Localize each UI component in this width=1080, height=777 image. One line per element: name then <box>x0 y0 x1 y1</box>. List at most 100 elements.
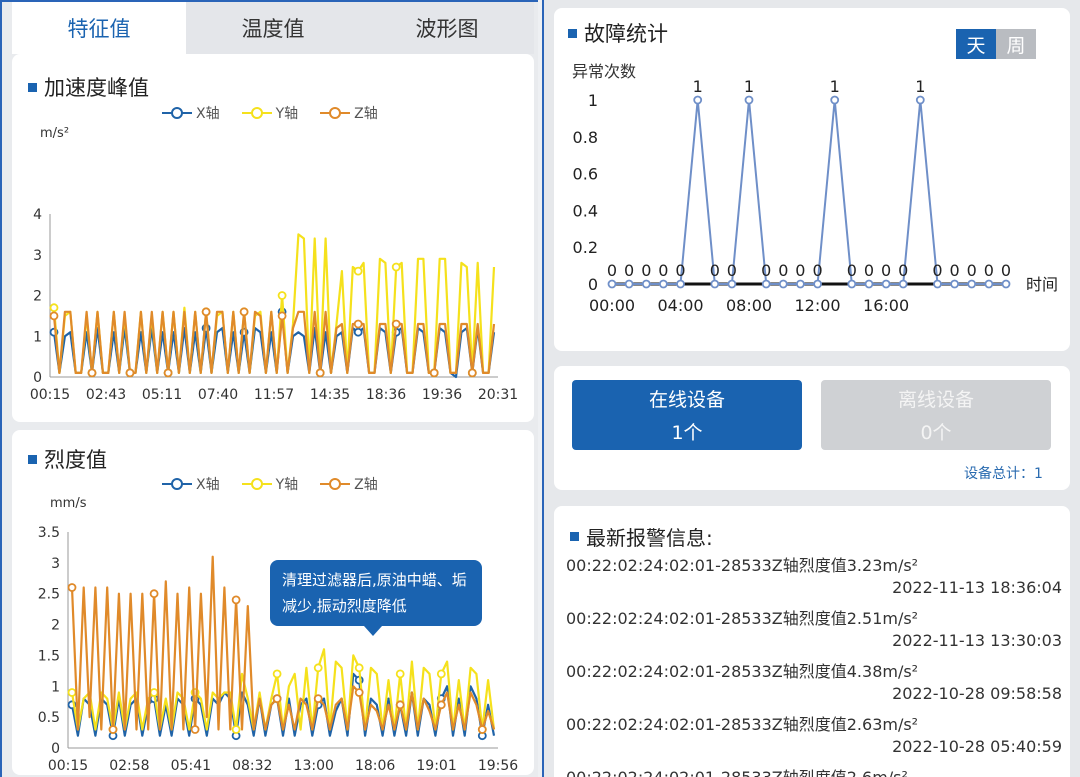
intensity-title-text: 烈度值 <box>44 448 107 472</box>
y-tick-label: 2.5 <box>38 587 60 603</box>
data-label: 0 <box>727 261 737 280</box>
data-point <box>624 279 634 289</box>
data-point <box>353 327 363 337</box>
data-point <box>429 368 439 378</box>
legend-line-icon <box>162 107 192 119</box>
accel-title-text: 加速度峰值 <box>44 76 149 100</box>
data-label: 1 <box>915 77 925 96</box>
alarm-item[interactable]: 00:22:02:24:02:01-28533Z轴烈度值2.63m/s² 202… <box>566 711 1062 756</box>
data-point <box>881 279 891 289</box>
y-tick-label: 0.6 <box>573 165 598 184</box>
data-label: 0 <box>813 261 823 280</box>
data-point <box>391 262 401 272</box>
legend-z-axis[interactable]: Z轴 <box>320 474 378 494</box>
data-point <box>313 694 323 704</box>
data-point <box>693 95 703 105</box>
data-label: 0 <box>641 261 651 280</box>
intensity-title: 烈度值 <box>28 444 107 474</box>
data-point <box>950 279 960 289</box>
data-point <box>354 663 364 673</box>
accel-chart: 0 1 2 3 4 00:15 02:43 05:11 07:40 11:57 14:35 18:36… <box>30 207 518 403</box>
data-point <box>277 291 287 300</box>
fault-title-text: 故障统计 <box>584 22 668 46</box>
accel-legend: X轴 Y轴 Z轴 <box>162 103 378 123</box>
data-label: 0 <box>932 261 942 280</box>
x-tick-label: 00:00 <box>589 296 635 315</box>
data-point <box>272 669 282 679</box>
data-point <box>239 307 249 317</box>
legend-line-icon <box>320 107 351 119</box>
legend-y-axis[interactable]: Y轴 <box>241 474 298 494</box>
data-label: 0 <box>984 261 994 280</box>
alarm-item[interactable]: 00:22:02:24:02:01-28533Z轴烈度值2.51m/s² 202… <box>566 605 1062 650</box>
devices-card: 在线设备 1个 离线设备 0个 设备总计：1 <box>554 366 1070 490</box>
legend-y-axis[interactable]: Y轴 <box>241 103 299 123</box>
data-point <box>813 279 823 289</box>
fault-chart: 0 0.2 0.4 0.6 0.8 1 00:00 04:00 08:00 12:00 16:00 时… <box>573 77 1058 315</box>
data-point <box>761 279 771 289</box>
data-label: 0 <box>607 261 617 280</box>
toggle-day-button[interactable]: 天 <box>956 29 996 59</box>
data-point <box>898 279 908 289</box>
legend-line-icon <box>320 478 351 490</box>
x-tick-label: 18:36 <box>366 387 406 403</box>
legend-z-axis[interactable]: Z轴 <box>320 103 378 123</box>
alarm-message: 00:22:02:24:02:01-28533Z轴烈度值2.6m/s² <box>566 764 1062 777</box>
data-label: 0 <box>624 261 634 280</box>
title-marker-icon <box>28 454 37 464</box>
data-point <box>727 279 737 289</box>
x-tick-label: 20:31 <box>478 387 518 403</box>
legend-line-icon <box>162 478 192 490</box>
tab-waveform[interactable]: 波形图 <box>360 2 534 54</box>
alarm-item[interactable]: 00:22:02:24:02:01-28533Z轴烈度值4.38m/s² 202… <box>566 658 1062 703</box>
data-label: 1 <box>744 77 754 96</box>
data-label: 1 <box>693 77 703 96</box>
online-devices-button[interactable]: 在线设备 1个 <box>572 380 802 450</box>
data-point <box>67 688 77 697</box>
online-devices-count: 1个 <box>671 422 703 444</box>
y-tick-label: 3.5 <box>38 525 60 541</box>
x-tick-label: 02:58 <box>109 758 149 774</box>
intensity-card: 烈度值 X轴 Y轴 Z轴 mm/s 0 0.5 1 1.5 2 2.5 3 3.5 00:15 0… <box>12 430 534 775</box>
legend-x-axis[interactable]: X轴 <box>162 103 220 123</box>
offline-devices-button[interactable]: 离线设备 0个 <box>821 380 1051 450</box>
y-tick-label: 4 <box>33 207 42 223</box>
toggle-week-button[interactable]: 周 <box>996 29 1036 59</box>
x-tick-label: 02:43 <box>86 387 126 403</box>
alarm-item[interactable]: 00:22:02:24:02:01-28533Z轴烈度值2.6m/s² <box>566 764 1062 777</box>
legend-line-icon <box>241 478 272 490</box>
data-point <box>201 307 211 317</box>
x-tick-label: 19:36 <box>422 387 462 403</box>
offline-devices-count: 0个 <box>920 422 952 444</box>
data-point <box>847 279 857 289</box>
data-label: 0 <box>881 261 891 280</box>
data-point <box>231 595 241 605</box>
legend-label: Y轴 <box>275 106 299 122</box>
data-label: 0 <box>761 261 771 280</box>
data-point <box>1001 279 1011 289</box>
data-label: 0 <box>864 261 874 280</box>
data-point <box>353 319 363 329</box>
x-tick-label: 11:57 <box>254 387 294 403</box>
tab-characteristic-value[interactable]: 特征值 <box>12 2 186 54</box>
data-point <box>49 303 59 313</box>
x-tick-label: 05:41 <box>171 758 211 774</box>
legend-x-axis[interactable]: X轴 <box>162 474 220 494</box>
data-label: 0 <box>675 261 685 280</box>
x-tick-label: 18:06 <box>355 758 395 774</box>
alarms-card: 最新报警信息: 00:22:02:24:02:01-28533Z轴烈度值3.23… <box>554 506 1070 777</box>
alarm-item[interactable]: 00:22:02:24:02:01-28533Z轴烈度值3.23m/s² 202… <box>566 552 1062 597</box>
data-label: 0 <box>658 261 668 280</box>
data-label: 0 <box>778 261 788 280</box>
legend-label: X轴 <box>196 106 220 122</box>
y-tick-label: 0.5 <box>38 710 60 726</box>
data-point <box>108 725 118 734</box>
x-tick-label: 14:35 <box>310 387 350 403</box>
tab-temperature-value[interactable]: 温度值 <box>186 2 360 54</box>
data-point <box>641 279 651 289</box>
fault-title: 故障统计 <box>568 18 668 48</box>
data-point <box>313 663 323 673</box>
data-point <box>87 368 97 378</box>
x-tick-label: 19:56 <box>478 758 518 774</box>
data-point <box>190 725 200 734</box>
